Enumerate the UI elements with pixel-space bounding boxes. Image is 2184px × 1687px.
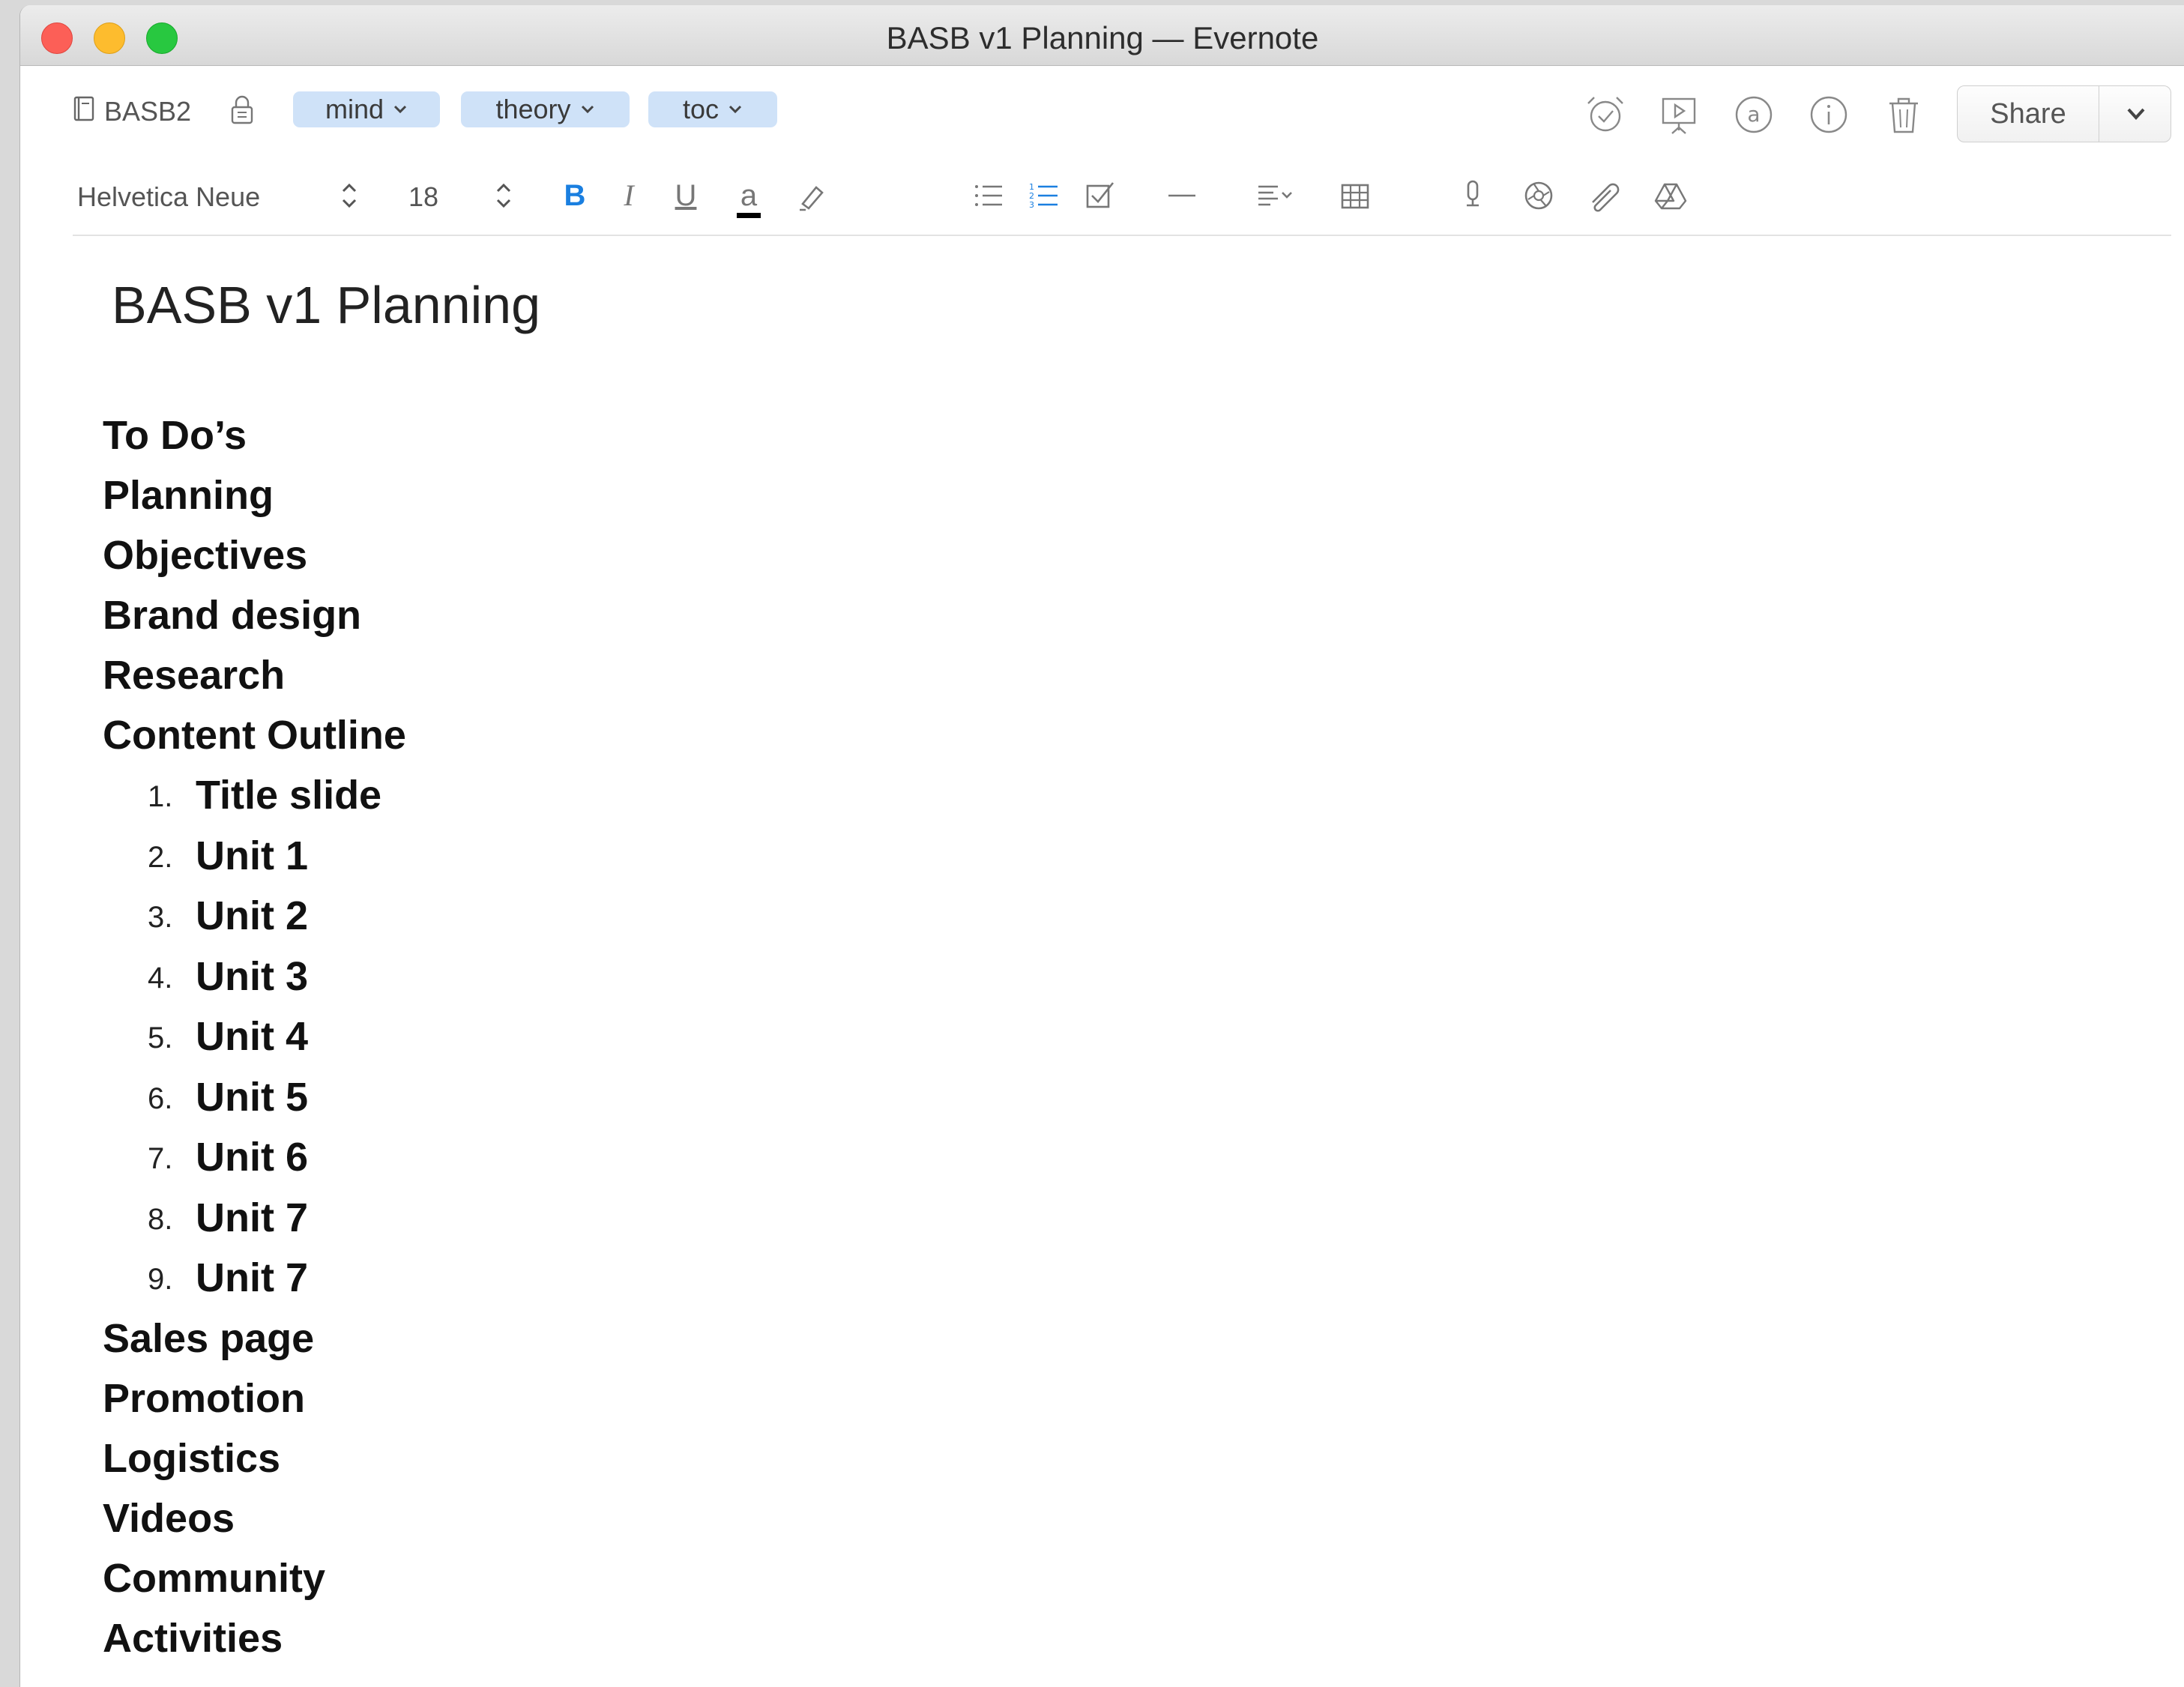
align-icon[interactable] bbox=[1252, 172, 1297, 219]
chevron-down-icon[interactable] bbox=[2121, 103, 2151, 125]
horizontal-rule-icon[interactable] bbox=[1159, 172, 1204, 219]
camera-icon[interactable] bbox=[1516, 172, 1561, 219]
note-heading[interactable]: Videos bbox=[103, 1488, 406, 1548]
note-heading[interactable]: Research bbox=[103, 645, 406, 705]
outline-item[interactable]: 4. Unit 3 bbox=[103, 947, 406, 1007]
info-icon[interactable] bbox=[1807, 93, 1850, 136]
outline-item-label: Unit 1 bbox=[196, 833, 309, 878]
note-header-toolbar: BASB2 mind theory toc a Share bbox=[20, 66, 2184, 148]
attachment-icon[interactable] bbox=[1582, 172, 1627, 219]
sections-after: Sales page Promotion Logistics Videos Commun… bbox=[103, 1309, 406, 1668]
outline-item-number: 7. bbox=[148, 1142, 173, 1175]
sections-before: To Do’s Planning Objectives Brand design Res… bbox=[103, 405, 406, 765]
outline-item-label: Unit 7 bbox=[196, 1255, 309, 1300]
table-icon[interactable] bbox=[1333, 172, 1378, 219]
bold-button[interactable]: B bbox=[552, 172, 597, 219]
tag-label: theory bbox=[495, 94, 571, 124]
outline-item[interactable]: 3. Unit 2 bbox=[103, 886, 406, 947]
highlight-icon[interactable] bbox=[789, 172, 834, 219]
note-heading[interactable]: To Do’s bbox=[103, 405, 406, 465]
outline-item-label: Unit 2 bbox=[196, 893, 309, 938]
font-size-select[interactable]: 18 bbox=[408, 181, 438, 213]
outline-item-label: Unit 5 bbox=[196, 1074, 309, 1120]
italic-button[interactable]: I bbox=[606, 172, 651, 219]
outline-item[interactable]: 1. Title slide bbox=[103, 765, 406, 826]
tag-theory[interactable]: theory bbox=[461, 91, 630, 127]
content-outline-list: 1. Title slide 2. Unit 1 3. Unit 2 4. Unit 3 5. U… bbox=[103, 765, 406, 1309]
outline-item-number: 2. bbox=[148, 840, 173, 874]
outline-item[interactable]: 2. Unit 1 bbox=[103, 826, 406, 887]
chevron-down-icon bbox=[581, 105, 594, 114]
note-heading[interactable]: Activities bbox=[103, 1608, 406, 1668]
notebook-name[interactable]: BASB2 bbox=[104, 96, 191, 127]
tag-toc[interactable]: toc bbox=[648, 91, 777, 127]
outline-item-label: Title slide bbox=[196, 773, 382, 818]
numbered-list-icon[interactable]: 123 bbox=[1022, 172, 1067, 219]
notebook-icon[interactable] bbox=[73, 96, 95, 121]
tag-label: toc bbox=[682, 94, 720, 124]
font-color-button[interactable]: a bbox=[726, 172, 771, 219]
outline-item[interactable]: 8. Unit 7 bbox=[103, 1188, 406, 1249]
note-heading[interactable]: Promotion bbox=[103, 1368, 406, 1428]
outline-item-number: 9. bbox=[148, 1263, 173, 1296]
outline-item[interactable]: 6. Unit 5 bbox=[103, 1067, 406, 1128]
reminder-icon[interactable] bbox=[1584, 93, 1627, 136]
tag-mind[interactable]: mind bbox=[293, 91, 440, 127]
note-heading[interactable]: Logistics bbox=[103, 1428, 406, 1488]
note-title[interactable]: BASB v1 Planning bbox=[112, 275, 540, 335]
toolbar-divider bbox=[73, 235, 2171, 236]
outline-item-number: 1. bbox=[148, 780, 173, 813]
svg-text:3: 3 bbox=[1029, 200, 1034, 210]
font-color-glyph: a bbox=[740, 179, 758, 212]
outline-item-number: 8. bbox=[148, 1202, 173, 1236]
share-button[interactable]: Share bbox=[1957, 85, 2171, 142]
outline-item-label: Unit 3 bbox=[196, 953, 309, 999]
window-title: BASB v1 Planning — Evernote bbox=[886, 20, 1319, 55]
checkbox-icon[interactable] bbox=[1079, 172, 1123, 219]
tag-label: mind bbox=[325, 94, 384, 124]
note-heading[interactable]: Planning bbox=[103, 465, 406, 525]
outline-item-label: Unit 4 bbox=[196, 1014, 309, 1059]
share-label: Share bbox=[1990, 98, 2066, 130]
chevron-down-icon bbox=[728, 105, 742, 114]
outline-item[interactable]: 5. Unit 4 bbox=[103, 1007, 406, 1067]
outline-item-number: 4. bbox=[148, 961, 173, 995]
svg-text:a: a bbox=[1747, 102, 1760, 127]
font-color-swatch bbox=[737, 213, 761, 218]
font-size-stepper-icon[interactable] bbox=[492, 180, 515, 211]
outline-item[interactable]: 9. Unit 7 bbox=[103, 1248, 406, 1309]
bulleted-list-icon[interactable] bbox=[966, 172, 1011, 219]
outline-item-label: Unit 7 bbox=[196, 1195, 309, 1240]
note-heading[interactable]: Sales page bbox=[103, 1309, 406, 1368]
outline-item-number: 3. bbox=[148, 901, 173, 934]
outline-item-number: 6. bbox=[148, 1081, 173, 1115]
formatting-toolbar: Helvetica Neue 18 B I U a 123 bbox=[20, 151, 2184, 241]
outline-item-number: 5. bbox=[148, 1021, 173, 1054]
at-mention-icon[interactable]: a bbox=[1732, 93, 1776, 136]
title-bar[interactable]: BASB v1 Planning — Evernote bbox=[20, 5, 2184, 66]
note-heading[interactable]: Content Outline bbox=[103, 705, 406, 765]
outline-item[interactable]: 7. Unit 6 bbox=[103, 1127, 406, 1188]
note-heading[interactable]: Brand design bbox=[103, 585, 406, 645]
presentation-icon[interactable] bbox=[1657, 93, 1701, 136]
font-family-select[interactable]: Helvetica Neue bbox=[77, 181, 260, 213]
evernote-window: BASB v1 Planning — Evernote BASB2 mind t… bbox=[19, 5, 2184, 1687]
note-heading[interactable]: Community bbox=[103, 1548, 406, 1608]
trash-icon[interactable] bbox=[1882, 93, 1925, 136]
lock-icon[interactable] bbox=[229, 94, 256, 124]
underline-button[interactable]: U bbox=[663, 172, 708, 219]
chevron-down-icon bbox=[393, 105, 407, 114]
note-heading[interactable]: Objectives bbox=[103, 525, 406, 585]
outline-item-label: Unit 6 bbox=[196, 1135, 309, 1180]
note-body[interactable]: To Do’s Planning Objectives Brand design Res… bbox=[103, 405, 406, 1668]
font-family-stepper-icon[interactable] bbox=[338, 180, 361, 211]
microphone-icon[interactable] bbox=[1450, 172, 1495, 219]
google-drive-icon[interactable] bbox=[1648, 172, 1693, 219]
